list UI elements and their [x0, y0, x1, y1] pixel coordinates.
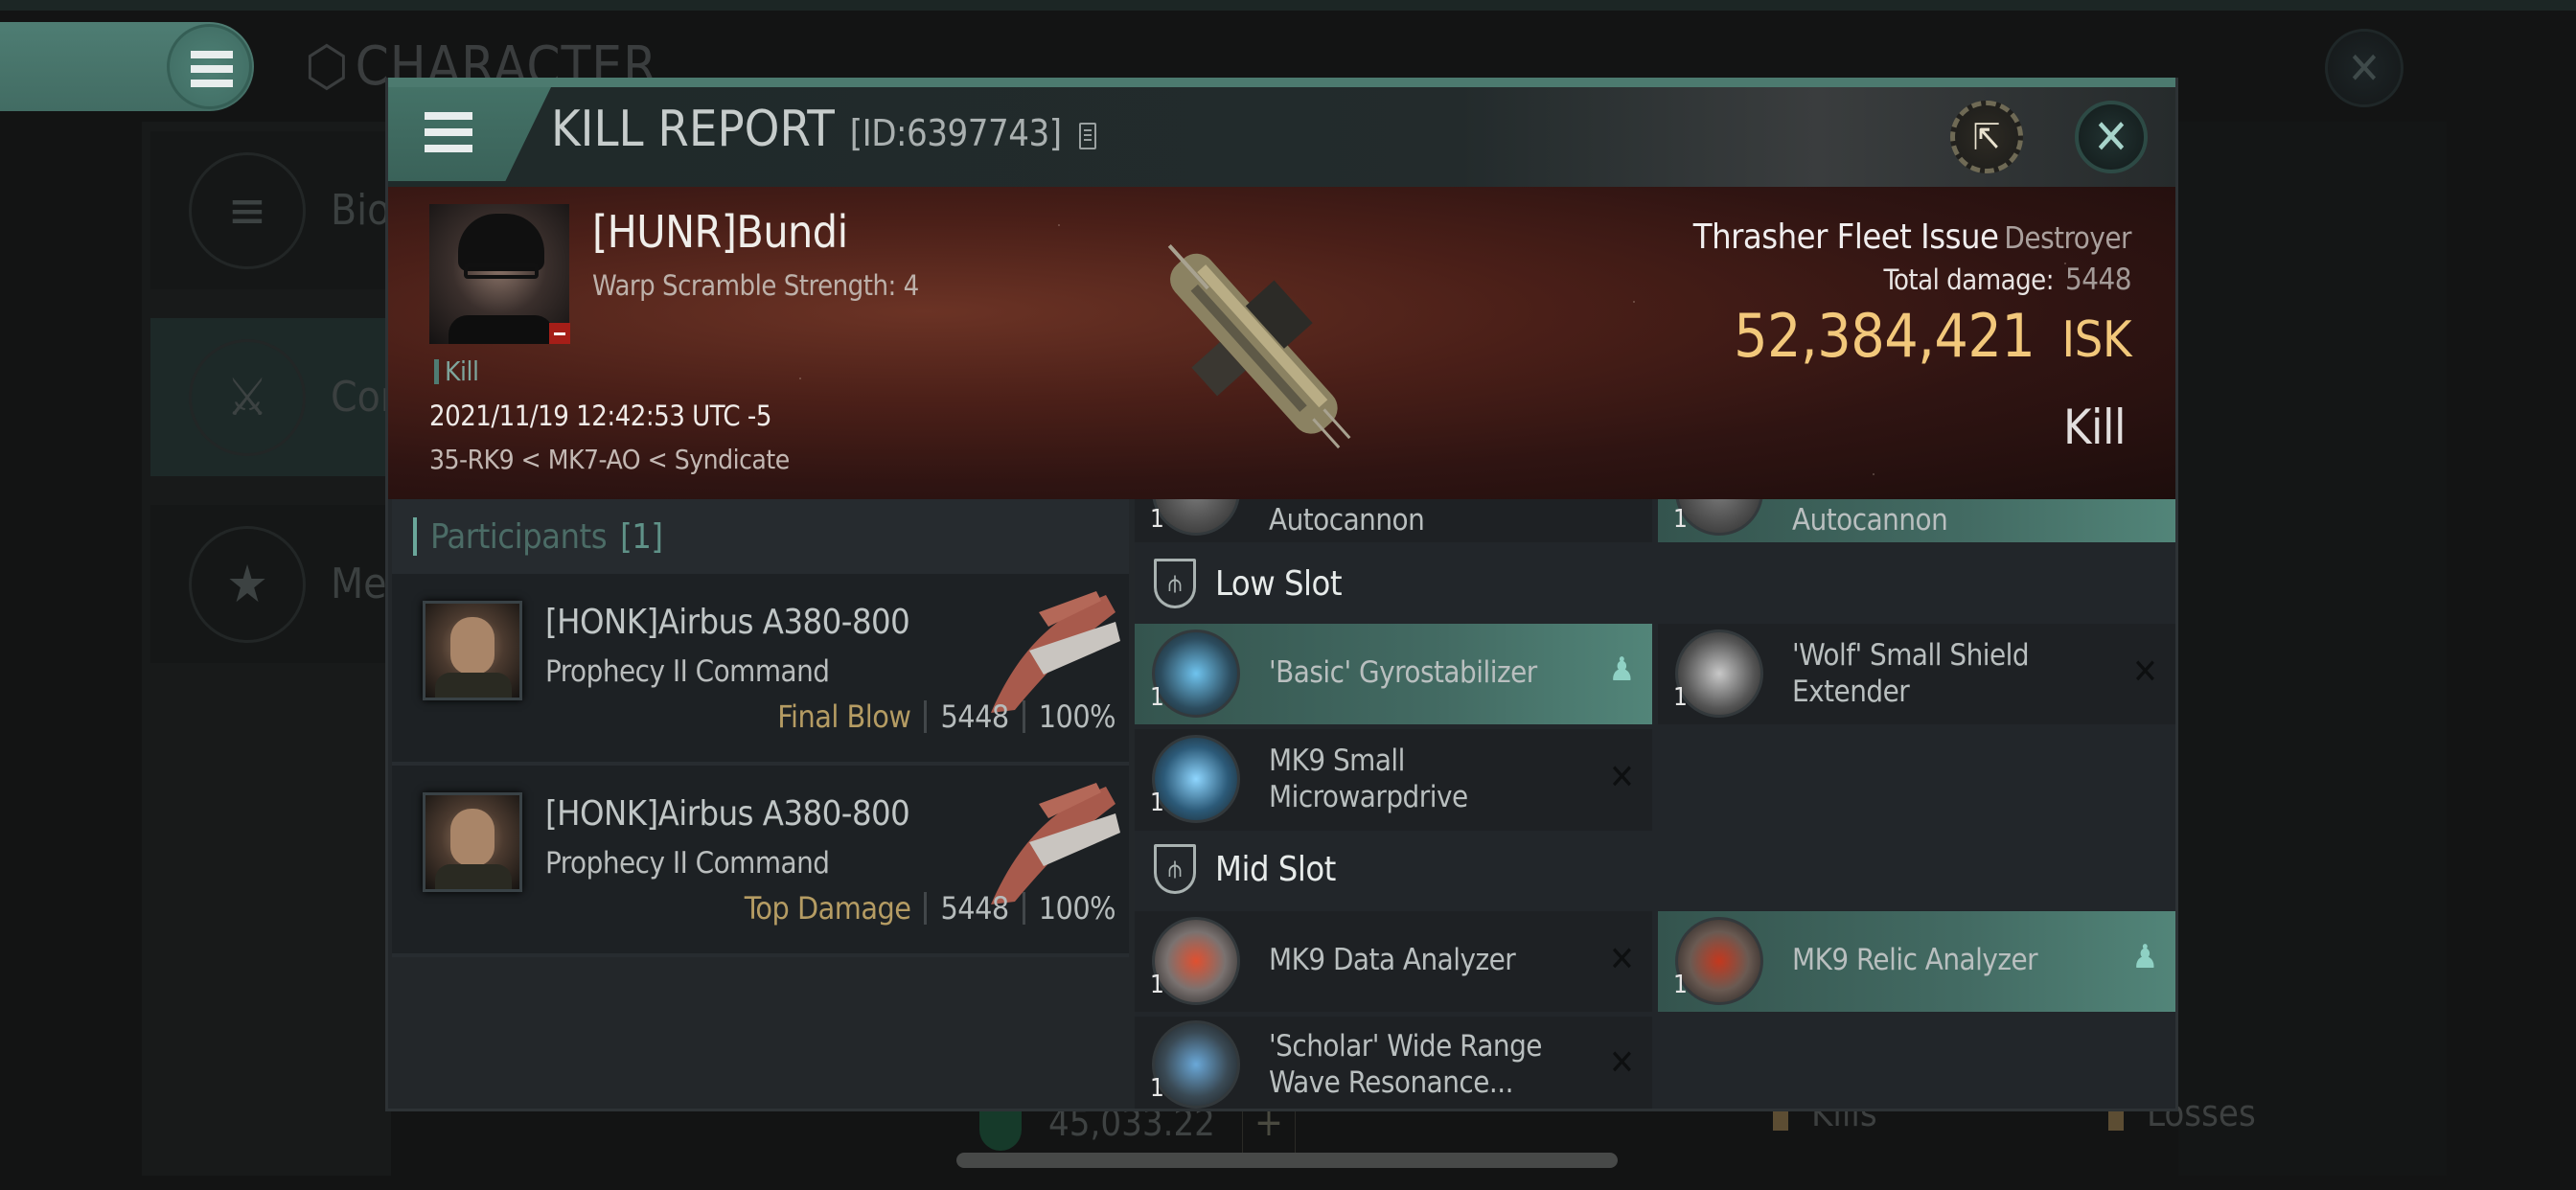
- participant-name: [HONK]Airbus A380-800: [545, 603, 910, 642]
- crossed-swords-icon: ⚔: [189, 338, 306, 456]
- participant-ship: Prophecy II Command: [545, 846, 830, 881]
- modal-title-text: KILL REPORT: [551, 101, 835, 158]
- sidebar-item-combat[interactable]: ⚔ Combat: [150, 318, 479, 476]
- share-button[interactable]: ⇱: [1950, 101, 2023, 173]
- module-autocannon-2[interactable]: 1 Autocannon: [1658, 499, 2175, 542]
- modal-title: KILL REPORT [ID:6397743]: [551, 101, 1096, 158]
- kill-timestamp: 2021/11/19 12:42:53 UTC -5: [429, 400, 771, 432]
- autocannon-icon: [1152, 499, 1240, 536]
- modal-titlebar: KILL REPORT [ID:6397743] ⇱ ✕: [388, 87, 2175, 187]
- mid-slot-header: ⫛ Mid Slot: [1135, 829, 2175, 909]
- participant-name: [HONK]Airbus A380-800: [545, 794, 910, 834]
- star-medal-icon: ★: [189, 525, 306, 643]
- participant-row[interactable]: [HONK]Airbus A380-800 Prophecy II Comman…: [392, 574, 1129, 766]
- kill-report-modal: KILL REPORT [ID:6397743] ⇱ ✕ [HUNR]Bundi…: [385, 78, 2178, 1111]
- module-mk9-data-analyzer[interactable]: 1 MK9 Data Analyzer ✕: [1135, 911, 1652, 1012]
- destroyed-item-icon: ✕: [1608, 940, 1635, 979]
- fitting-panel[interactable]: 1 Autocannon 1 Autocannon ⫛ Low Slot 1 '…: [1135, 499, 2175, 1109]
- participant-portrait[interactable]: [423, 601, 522, 700]
- participant-percent: 100%: [1038, 890, 1116, 927]
- report-id: [ID:6397743]: [849, 112, 1062, 154]
- participants-header: Participants [1]: [392, 499, 1129, 574]
- character-right-panel: [2178, 122, 2447, 1176]
- victim-subtitle: Warp Scramble Strength: 4: [592, 269, 919, 302]
- participant-percent: 100%: [1038, 698, 1116, 735]
- module-mk9-microwarpdrive[interactable]: 1 MK9 Small Microwarpdrive ✕: [1135, 729, 1652, 831]
- module-basic-gyrostabilizer[interactable]: 1 'Basic' Gyrostabilizer ♟: [1135, 624, 1652, 724]
- modal-menu-button[interactable]: [388, 87, 551, 181]
- participant-ship-render: [991, 591, 1120, 713]
- participant-ship-render: [991, 783, 1120, 904]
- menu-icon: [425, 112, 472, 152]
- participant-row[interactable]: [HONK]Airbus A380-800 Prophecy II Comman…: [392, 766, 1129, 957]
- participant-stats: Final Blow 5448 100%: [777, 698, 1116, 735]
- victim-header: [HUNR]Bundi Warp Scramble Strength: 4 Ki…: [388, 187, 2175, 499]
- dropped-item-icon: ♟: [2131, 938, 2158, 976]
- copy-icon[interactable]: [1078, 123, 1096, 149]
- module-scholar-wave-resonance[interactable]: 1 'Scholar' Wide Range Wave Resonance...…: [1135, 1017, 1652, 1109]
- participants-panel: Participants [1] [HONK]Airbus A380-800 P…: [392, 499, 1129, 1109]
- report-type: Kill: [2063, 400, 2127, 455]
- isk-amount: 52,384,421: [1734, 301, 2036, 371]
- modal-accent-line: [388, 78, 2175, 87]
- final-blow-tag: Final Blow: [777, 698, 911, 735]
- relic-analyzer-icon: [1675, 917, 1763, 1005]
- shield-extender-icon: [1675, 629, 1763, 718]
- data-analyzer-icon: [1152, 917, 1240, 1005]
- close-button[interactable]: ✕: [2075, 101, 2148, 173]
- kill-location[interactable]: 35-RK9 < MK7-AO < Syndicate: [429, 444, 790, 475]
- main-menu-button[interactable]: [0, 22, 254, 111]
- low-slot-icon: ⫛: [1154, 559, 1196, 608]
- participant-ship: Prophecy II Command: [545, 654, 830, 689]
- destroyed-item-icon: ✕: [2131, 652, 2158, 692]
- destroyed-item-icon: ✕: [1608, 758, 1635, 797]
- victim-ship[interactable]: Thrasher Fleet Issue Destroyer: [1692, 217, 2132, 257]
- character-sidebar: ≡ Bio ⚔ Combat ★ Medals: [142, 122, 479, 1176]
- module-mk9-relic-analyzer[interactable]: 1 MK9 Relic Analyzer ♟: [1658, 911, 2175, 1012]
- scanner-icon: [1152, 1020, 1240, 1109]
- top-damage-tag: Top Damage: [744, 890, 911, 927]
- close-icon: ✕: [2093, 109, 2129, 165]
- isk-value: 52,384,421 ISK: [1693, 301, 2131, 371]
- victim-ship-render[interactable]: [1107, 196, 1394, 484]
- participants-count: [1]: [620, 516, 663, 557]
- main-menu-knob[interactable]: [167, 24, 252, 109]
- menu-icon: [191, 51, 233, 87]
- module-autocannon-1[interactable]: 1 Autocannon: [1135, 499, 1652, 542]
- total-damage: Total damage: 5448: [1883, 263, 2131, 297]
- participant-damage: 5448: [940, 698, 1009, 735]
- ship-class: Destroyer: [2004, 221, 2131, 256]
- horizontal-scrollbar[interactable]: [956, 1153, 1618, 1168]
- top-strip: [0, 0, 2576, 11]
- destroyed-item-icon: ✕: [1608, 1043, 1635, 1083]
- vitruvian-man-icon: ⬡: [305, 34, 350, 99]
- close-icon: ✕: [2347, 42, 2381, 94]
- ship-name: Thrasher Fleet Issue: [1692, 217, 1999, 257]
- character-screen-close-button[interactable]: ✕: [2325, 29, 2404, 107]
- module-wolf-shield-extender[interactable]: 1 'Wolf' Small Shield Extender ✕: [1658, 624, 2175, 724]
- isk-unit: ISK: [2061, 311, 2131, 369]
- standing-badge-icon: [549, 323, 570, 344]
- low-slot-header: ⫛ Low Slot: [1135, 543, 2175, 624]
- victim-name[interactable]: [HUNR]Bundi: [592, 206, 848, 258]
- autocannon-icon: [1675, 499, 1763, 536]
- dropped-item-icon: ♟: [1608, 651, 1635, 689]
- participant-portrait[interactable]: [423, 792, 522, 892]
- participant-stats: Top Damage 5448 100%: [745, 890, 1116, 927]
- header-accent-bar: [413, 517, 417, 556]
- kill-tag: Kill: [434, 355, 479, 387]
- total-damage-value: 5448: [2065, 263, 2131, 297]
- victim-summary: Thrasher Fleet Issue Destroyer Total dama…: [1692, 217, 2132, 371]
- menu-icon: ≡: [189, 151, 306, 269]
- sidebar-item-bio[interactable]: ≡ Bio: [150, 131, 391, 289]
- mid-slot-icon: ⫛: [1154, 844, 1196, 894]
- gyrostabilizer-icon: [1152, 629, 1240, 718]
- participant-damage: 5448: [940, 890, 1009, 927]
- participants-empty-area: [392, 957, 1129, 1105]
- microwarpdrive-icon: [1152, 735, 1240, 823]
- sidebar-item-medals[interactable]: ★ Medals: [150, 505, 465, 663]
- external-link-icon: ⇱: [1972, 116, 2001, 158]
